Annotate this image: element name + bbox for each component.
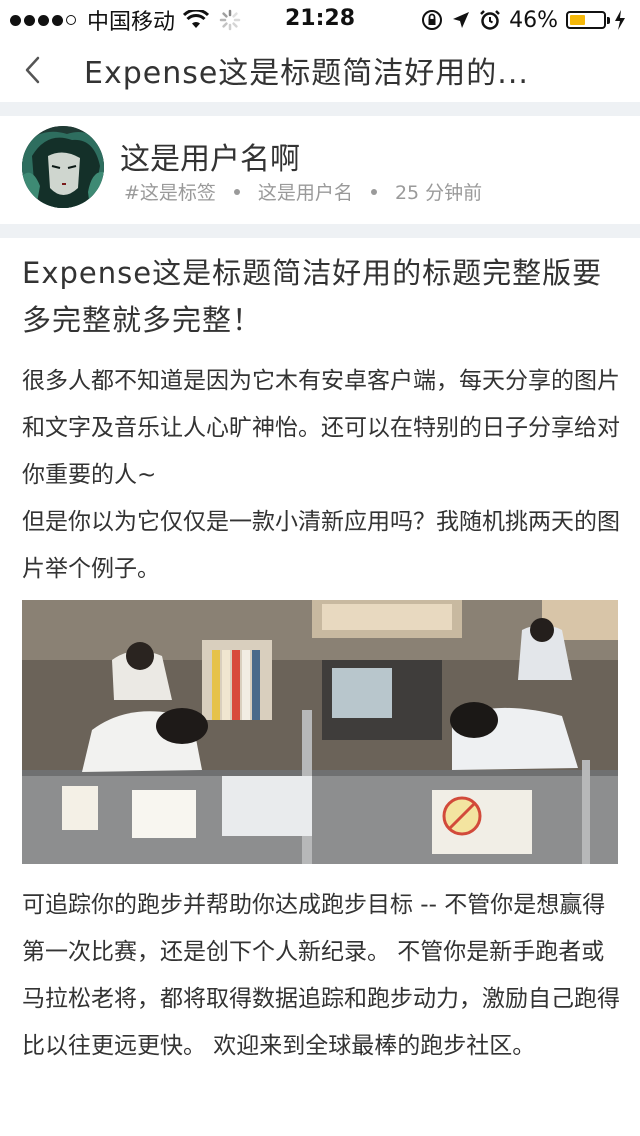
nav-title: Expense这是标题简洁好用的...	[84, 56, 529, 91]
chevron-left-icon	[25, 56, 40, 84]
section-divider	[0, 102, 640, 116]
article-paragraph-1: 很多人都不知道是因为它木有安卓客户端，每天分享的图片和文字及音乐让人心旷神怡。还…	[22, 358, 622, 593]
nav-bar: Expense这是标题简洁好用的...	[0, 40, 640, 102]
post-tag[interactable]: #这是标签	[124, 178, 216, 205]
post-author-name[interactable]: 这是用户名	[258, 178, 353, 205]
alarm-icon	[480, 10, 500, 30]
author-header: 这是用户名啊 #这是标签 这是用户名 25 分钟前	[0, 116, 640, 224]
back-button[interactable]	[14, 50, 50, 90]
orientation-lock-icon	[422, 10, 443, 30]
status-right: 46%	[413, 6, 626, 34]
battery-fill	[570, 15, 585, 25]
section-divider	[0, 224, 640, 238]
office-workers-photo	[22, 600, 618, 864]
article-paragraph-2: 可追踪你的跑步并帮助你达成跑步目标 -- 不管你是想赢得第一次比赛，还是创下个人…	[22, 892, 620, 1059]
article-image[interactable]	[22, 600, 618, 864]
paragraph-line: 但是你以为它仅仅是一款小清新应用吗？我随机挑两天的图片举个例子。	[22, 509, 620, 582]
meta-separator	[233, 188, 240, 195]
battery-icon	[566, 11, 610, 29]
post-time: 25 分钟前	[394, 182, 483, 204]
user-avatar[interactable]	[22, 126, 104, 208]
post-meta: #这是标签 这是用户名 25 分钟前	[124, 178, 482, 205]
username[interactable]: 这是用户名啊	[120, 134, 300, 178]
paragraph-line: 很多人都不知道是因为它木有安卓客户端，每天分享的图片和文字及音乐让人心旷神怡。还…	[22, 368, 620, 488]
battery-percent: 46%	[509, 7, 558, 33]
meta-separator	[370, 188, 377, 195]
location-icon	[453, 12, 470, 28]
charging-bolt-icon	[615, 10, 625, 30]
status-bar: 中国移动 21:28 46%	[0, 0, 640, 40]
avatar-image	[22, 126, 104, 208]
article-title: Expense这是标题简洁好用的标题完整版要多完整就多完整！	[22, 256, 603, 337]
